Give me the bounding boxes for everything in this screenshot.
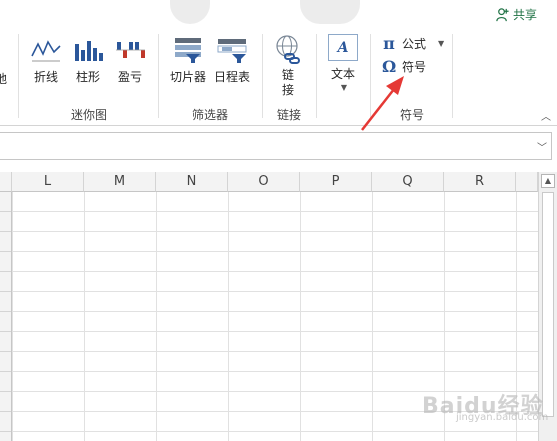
sparkline-line-button[interactable]: 折线 <box>30 36 62 85</box>
hyperlink-icon <box>276 35 300 64</box>
timeline-icon <box>217 39 247 63</box>
watermark-subtext: jingyan.baidu.com <box>456 412 549 423</box>
title-decoration <box>170 0 210 24</box>
title-bar: 共享 <box>0 0 557 28</box>
chevron-down-icon[interactable]: ▼ <box>438 39 444 48</box>
symbols-group-label: 符号 <box>399 108 424 122</box>
map-icon <box>0 38 8 66</box>
links-group-label: 链接 <box>276 108 301 122</box>
slicer-button[interactable]: 切片器 <box>170 36 206 85</box>
timeline-button[interactable]: 日程表 <box>214 36 250 85</box>
partial-label: 地 <box>0 72 7 86</box>
sparkline-winloss-button[interactable]: 盈亏 <box>114 36 146 85</box>
filters-group-label: 筛选器 <box>191 108 228 122</box>
person-add-icon <box>496 7 509 21</box>
sparkline-winloss-icon <box>116 42 145 58</box>
sparkline-column-label: 柱形 <box>75 70 100 84</box>
collapse-ribbon-icon[interactable]: ︿ <box>541 108 551 123</box>
scroll-up-icon[interactable]: ▲ <box>541 174 555 188</box>
text-button[interactable]: A 文本 ▼ <box>328 34 358 92</box>
group-separator <box>452 34 453 118</box>
sparkline-line-label: 折线 <box>33 70 58 84</box>
sparkline-column-icon <box>75 41 103 61</box>
group-separator <box>370 34 371 118</box>
column-header-l[interactable]: L <box>12 172 84 192</box>
sparklines-group-label: 迷你图 <box>70 108 107 122</box>
ribbon-insert-tab: 地 折线 柱形 盈亏 迷你图 切片器 日程表 筛选器 链 接 链接 A 文本 ▼… <box>0 28 557 126</box>
partial-ribbon-button[interactable]: 地 <box>0 38 8 87</box>
column-header-n[interactable]: N <box>156 172 228 192</box>
sparkline-column-button[interactable]: 柱形 <box>72 36 104 85</box>
group-separator <box>316 34 317 118</box>
pi-icon: π <box>383 34 395 53</box>
sparkline-winloss-label: 盈亏 <box>117 70 142 84</box>
column-header-o[interactable]: O <box>228 172 300 192</box>
group-separator <box>158 34 159 118</box>
textbox-icon: A <box>328 34 358 61</box>
row-header-strip[interactable] <box>0 192 12 441</box>
symbol-label: 符号 <box>402 60 427 74</box>
symbol-button[interactable]: Ω 符号 <box>382 57 426 76</box>
group-separator <box>18 34 19 118</box>
share-button[interactable]: 共享 <box>495 5 537 23</box>
column-header-m[interactable]: M <box>84 172 156 192</box>
equation-label: 公式 <box>402 37 427 51</box>
omega-icon: Ω <box>382 57 397 76</box>
column-header-partial[interactable] <box>516 172 538 192</box>
chevron-down-icon: ▼ <box>340 83 348 92</box>
share-label: 共享 <box>512 7 537 22</box>
hyperlink-label-line2: 接 <box>281 83 294 97</box>
hyperlink-label-line1: 链 <box>281 68 294 82</box>
group-separator <box>262 34 263 118</box>
timeline-label: 日程表 <box>214 70 251 84</box>
excel-window: 共享 地 折线 柱形 盈亏 迷你图 切片器 日程表 筛选器 链 接 链接 A 文… <box>0 0 557 441</box>
sparkline-line-icon <box>31 40 61 62</box>
formula-bar[interactable]: ﹀ <box>0 132 552 160</box>
slicer-icon <box>175 38 201 63</box>
column-header-r[interactable]: R <box>444 172 516 192</box>
scrollbar-thumb[interactable] <box>542 192 554 417</box>
column-header-p[interactable]: P <box>300 172 372 192</box>
slicer-label: 切片器 <box>170 70 207 84</box>
column-header-partial[interactable] <box>0 172 12 192</box>
equation-button[interactable]: π 公式 ▼ <box>382 34 444 53</box>
hyperlink-button[interactable]: 链 接 <box>272 34 304 98</box>
column-header-q[interactable]: Q <box>372 172 444 192</box>
chevron-down-icon[interactable]: ﹀ <box>537 139 547 154</box>
text-label: 文本 <box>330 67 355 81</box>
title-decoration <box>300 0 360 24</box>
